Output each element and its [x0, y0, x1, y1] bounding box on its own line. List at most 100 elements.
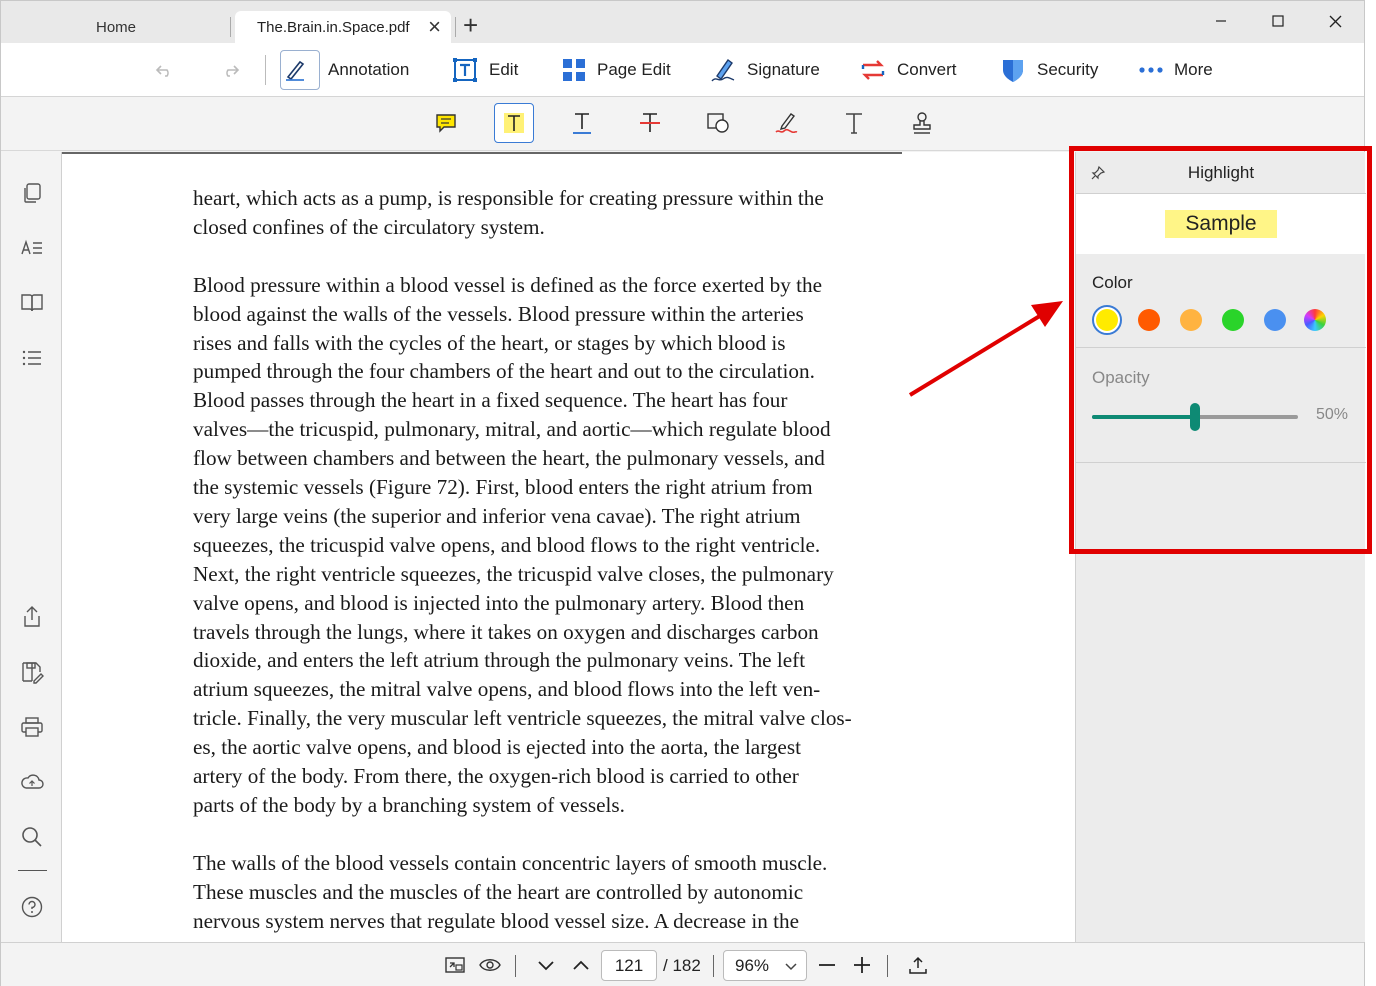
dots-icon [1139, 67, 1163, 73]
page-number-input[interactable]: 121 [601, 950, 657, 981]
status-separator [713, 955, 714, 977]
undo-button[interactable] [153, 43, 187, 97]
upload-icon[interactable] [906, 953, 930, 977]
underline-button[interactable] [562, 103, 602, 143]
sticky-note-button[interactable] [426, 103, 466, 143]
shield-icon [1003, 60, 1023, 82]
share-icon[interactable] [19, 604, 45, 630]
edit-button[interactable]: Edit [451, 43, 518, 97]
highlight-button[interactable] [494, 103, 534, 143]
stamp-button[interactable] [902, 103, 942, 143]
signature-label: Signature [747, 60, 820, 79]
stamp-icon [913, 112, 931, 134]
document-view[interactable]: heart, which acts as a pump, is responsi… [62, 152, 1075, 942]
panel-header: Highlight [1076, 152, 1366, 194]
search-icon[interactable] [19, 824, 45, 850]
zoom-select[interactable]: 96% [723, 950, 807, 981]
panel-title: Highlight [1187, 162, 1255, 182]
minimize-icon[interactable] [1201, 7, 1241, 35]
page-edge [62, 152, 902, 154]
undo-icon [155, 65, 169, 77]
security-label: Security [1037, 60, 1099, 79]
annotation-button[interactable]: Annotation [280, 43, 409, 97]
outline-list-icon[interactable] [19, 345, 45, 371]
cloud-icon[interactable] [19, 769, 45, 795]
more-button[interactable]: More [1138, 43, 1213, 97]
red-arrow-annotation [908, 301, 1063, 397]
highlight-properties-panel: Highlight Sample Color Opacity 50% [1075, 152, 1366, 942]
signature-pen-icon [711, 59, 735, 82]
tab-home[interactable]: Home [1, 11, 231, 43]
page-text[interactable]: heart, which acts as a pump, is responsi… [193, 184, 903, 942]
annotation-label: Annotation [328, 60, 410, 79]
maximize-icon[interactable] [1258, 7, 1298, 35]
security-button[interactable]: Security [999, 43, 1098, 97]
text-icon [846, 113, 862, 134]
color-swatch-yellow[interactable] [1092, 305, 1122, 335]
strikethrough-button[interactable] [630, 103, 670, 143]
zoom-in-icon[interactable] [850, 953, 874, 977]
tab-home-label: Home [95, 18, 136, 36]
color-swatch-blue[interactable] [1264, 309, 1286, 331]
fit-page-icon[interactable] [443, 953, 467, 977]
window-close-icon[interactable] [1315, 7, 1355, 35]
edit-label: Edit [489, 60, 519, 79]
opacity-slider-handle[interactable] [1190, 403, 1200, 431]
sidebar-separator [18, 870, 47, 871]
pin-icon[interactable] [1090, 165, 1106, 186]
zoom-out-icon[interactable] [815, 953, 839, 977]
paragraph[interactable]: heart, which acts as a pump, is responsi… [193, 184, 903, 242]
color-swatch-orange-red[interactable] [1138, 309, 1160, 331]
pen-icon [280, 50, 320, 90]
page-edit-button[interactable]: Page Edit [561, 43, 671, 97]
shapes-button[interactable] [698, 103, 738, 143]
total-pages: / 182 [663, 956, 701, 975]
opacity-slider-fill [1092, 415, 1195, 419]
left-sidebar [1, 152, 62, 942]
panel-divider [1076, 462, 1366, 463]
app-window: Home The.Brain.in.Space.pdf × + Annotati… [0, 0, 1366, 986]
grid-icon [563, 59, 585, 81]
convert-button[interactable]: Convert [859, 43, 957, 97]
panel-divider [1076, 347, 1366, 348]
new-tab-icon[interactable]: + [463, 11, 478, 39]
tab-separator [455, 17, 456, 37]
status-separator [887, 955, 888, 977]
save-edit-icon[interactable] [19, 659, 45, 685]
color-swatches [1092, 305, 1352, 335]
signature-button[interactable]: Signature [709, 43, 820, 97]
tab-document-label: The.Brain.in.Space.pdf [257, 18, 410, 36]
title-bar: Home The.Brain.in.Space.pdf × + [1, 1, 1364, 43]
convert-arrows-icon [861, 60, 885, 80]
custom-color-icon[interactable] [1304, 309, 1326, 331]
convert-label: Convert [897, 60, 957, 79]
toolbar-separator [265, 55, 266, 85]
strikethrough-text-icon [640, 113, 660, 132]
main-toolbar: Annotation Edit Page Edit Signature Conv… [1, 43, 1364, 97]
previous-page-icon[interactable] [569, 953, 593, 977]
pencil-icon [775, 113, 798, 134]
pages-icon[interactable] [19, 180, 45, 206]
eye-icon[interactable] [478, 953, 502, 977]
close-tab-icon[interactable]: × [428, 16, 441, 38]
redo-button[interactable] [218, 43, 252, 97]
color-swatch-orange[interactable] [1180, 309, 1202, 331]
help-icon[interactable] [19, 894, 45, 920]
paragraph[interactable]: Blood pressure within a blood vessel is … [193, 271, 903, 820]
text-box-button[interactable] [834, 103, 874, 143]
tab-document[interactable]: The.Brain.in.Space.pdf × [235, 11, 451, 43]
more-label: More [1174, 60, 1213, 79]
status-bar: 121 / 182 96% [1, 942, 1364, 986]
page-edit-label: Page Edit [597, 60, 671, 79]
print-icon[interactable] [19, 714, 45, 740]
bookmark-book-icon[interactable] [19, 290, 45, 316]
color-swatch-green[interactable] [1222, 309, 1244, 331]
sample-preview: Sample [1076, 194, 1366, 254]
next-page-icon[interactable] [534, 953, 558, 977]
color-label: Color [1092, 273, 1133, 292]
opacity-label: Opacity [1092, 368, 1150, 387]
pencil-button[interactable] [766, 103, 806, 143]
comment-icon [436, 114, 456, 133]
text-list-icon[interactable] [19, 235, 45, 261]
paragraph[interactable]: The walls of the blood vessels contain c… [193, 849, 903, 936]
